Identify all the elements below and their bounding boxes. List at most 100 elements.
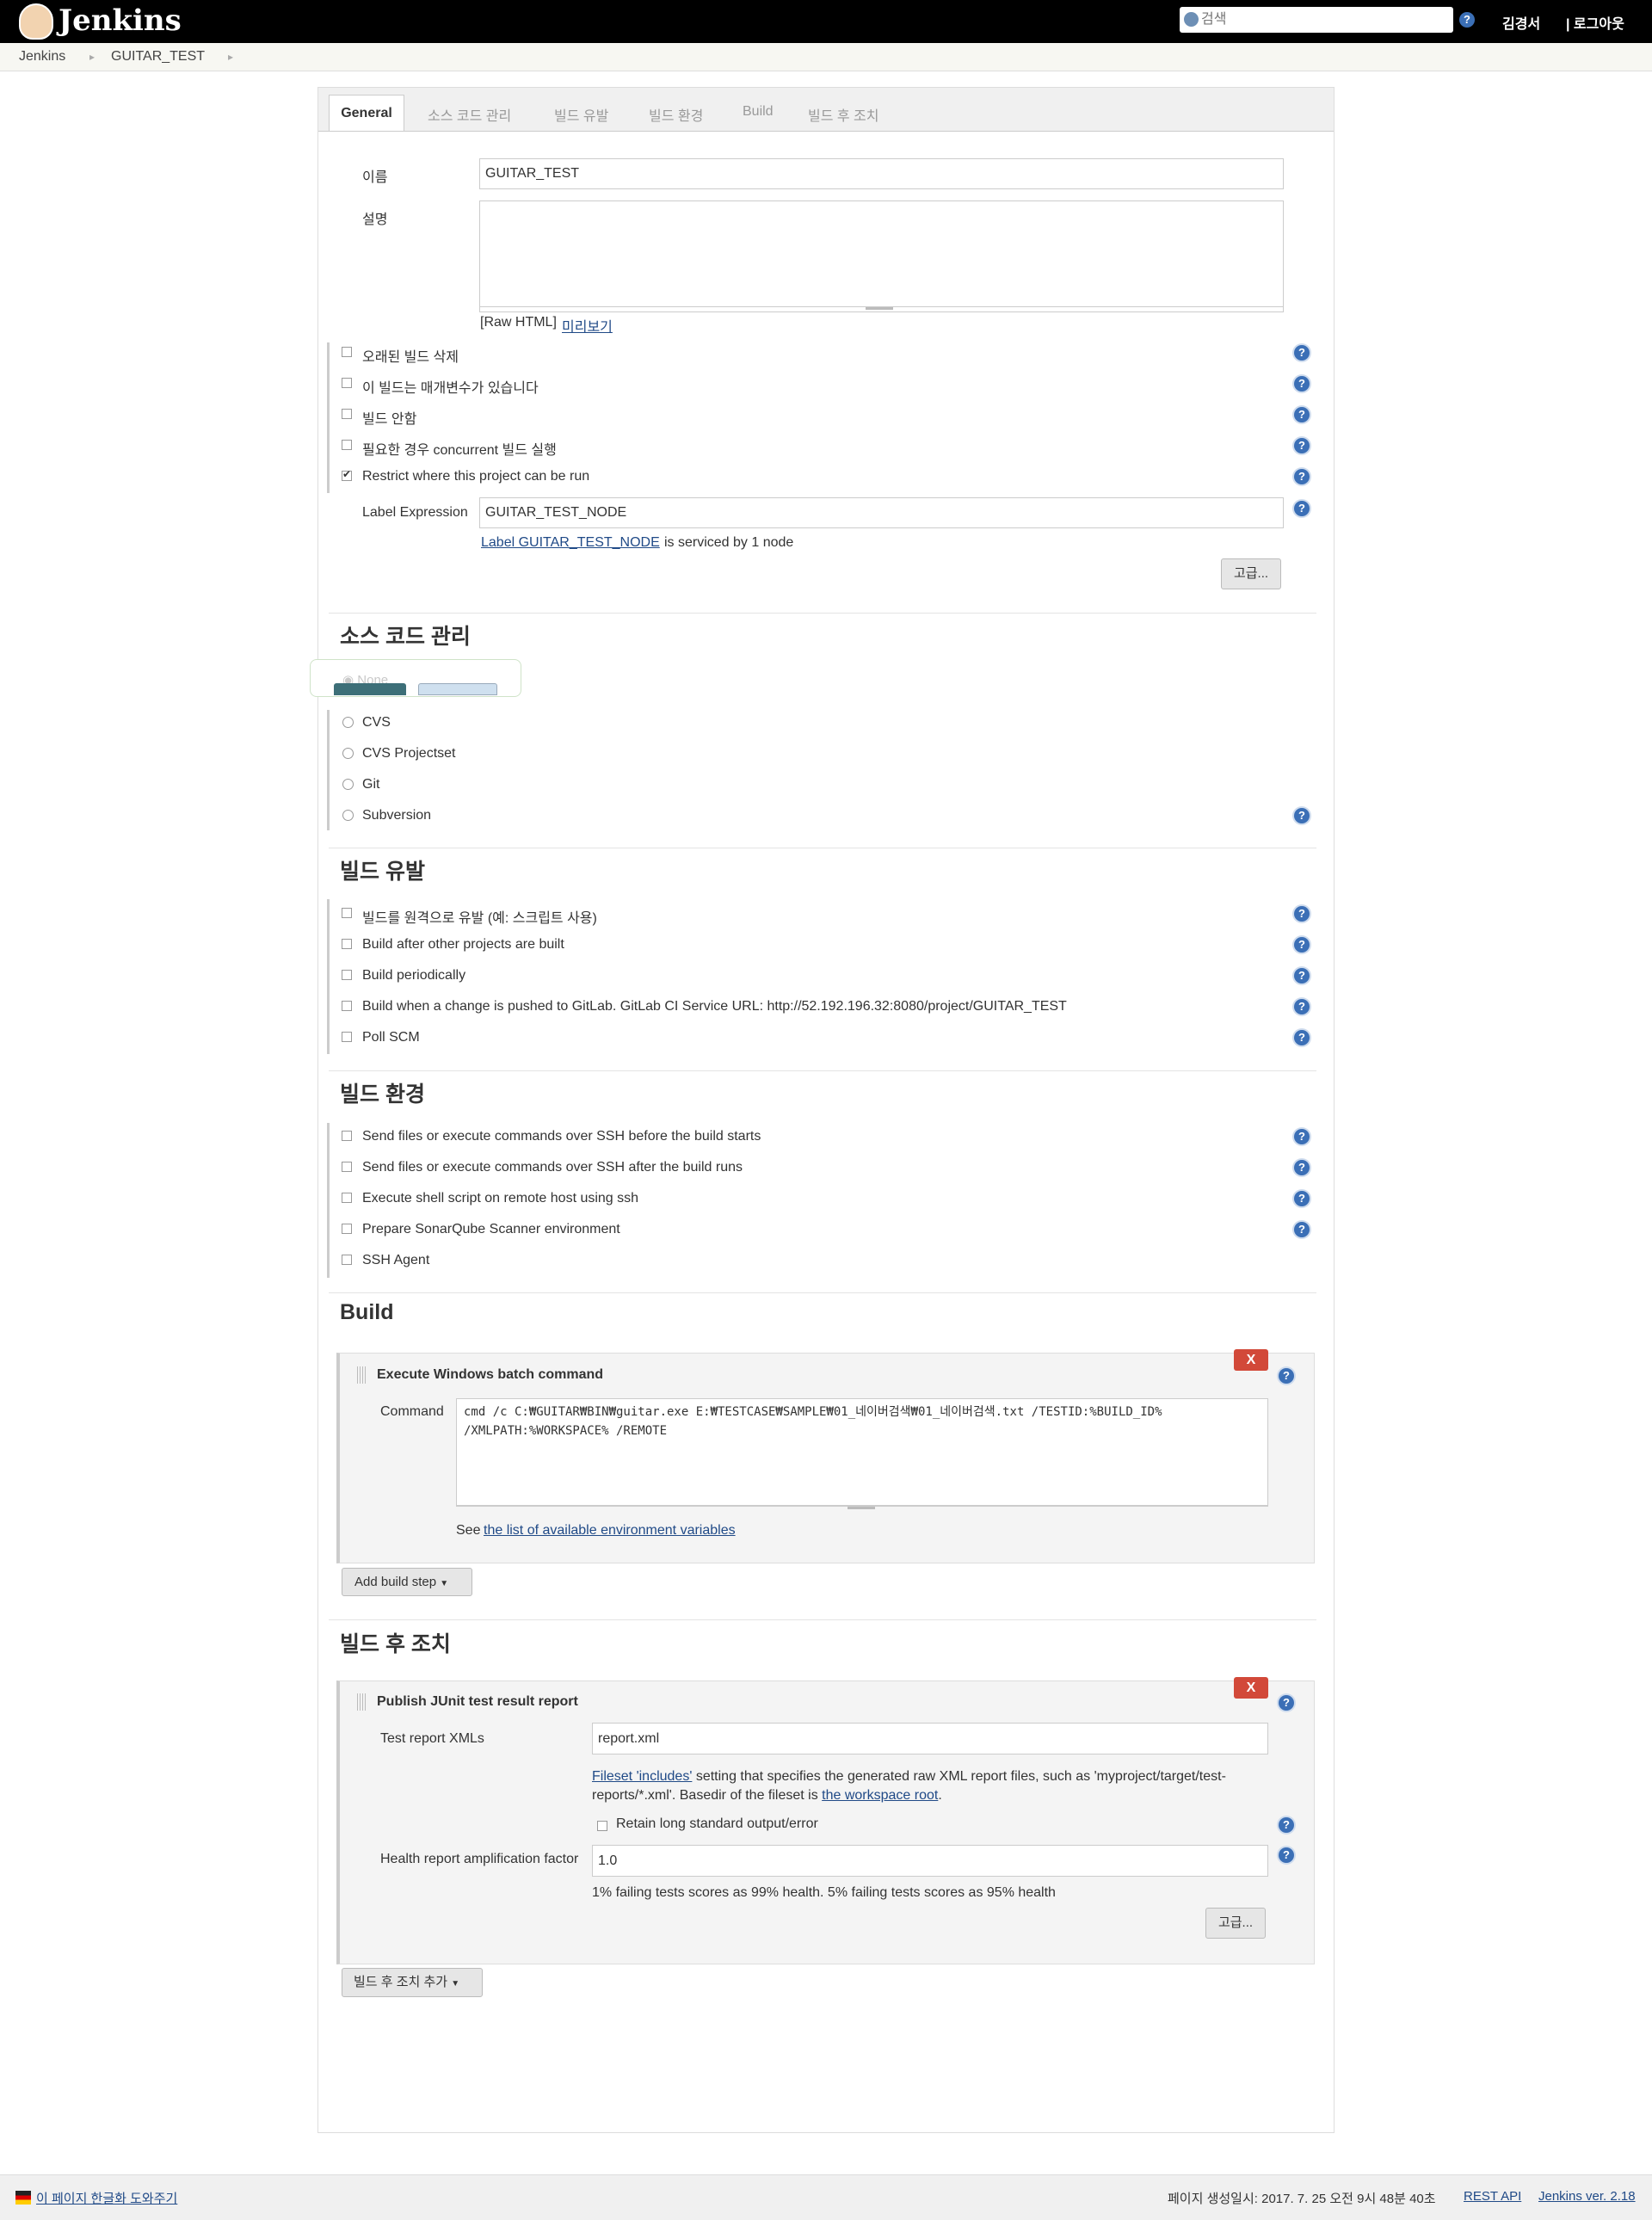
scm-radio[interactable] bbox=[342, 717, 354, 728]
jenkins-logo-icon[interactable] bbox=[19, 3, 53, 40]
help-icon[interactable]: ? bbox=[1294, 906, 1310, 922]
popup-button[interactable] bbox=[334, 683, 406, 695]
tab-build[interactable]: Build bbox=[743, 104, 774, 120]
retain-output-label: Retain long standard output/error bbox=[616, 1816, 818, 1831]
trigger-checkbox[interactable] bbox=[342, 939, 352, 949]
scm-radio[interactable] bbox=[342, 748, 354, 759]
triggers-section-title: 빌드 유발 bbox=[340, 860, 425, 884]
env-checkbox[interactable] bbox=[342, 1131, 352, 1141]
advanced-button[interactable]: 고급... bbox=[1221, 558, 1281, 589]
trigger-checkbox[interactable] bbox=[342, 1001, 352, 1011]
raw-html-label: [Raw HTML] bbox=[480, 315, 557, 330]
trigger-label: Poll SCM bbox=[362, 1030, 420, 1045]
env-checkbox[interactable] bbox=[342, 1193, 352, 1203]
preview-link[interactable]: 미리보기 bbox=[562, 315, 613, 336]
env-checkbox[interactable] bbox=[342, 1224, 352, 1234]
help-icon[interactable]: ? bbox=[1294, 438, 1310, 453]
tab-scm[interactable]: 소스 코드 관리 bbox=[428, 104, 511, 125]
help-icon[interactable]: ? bbox=[1294, 1222, 1310, 1237]
restrict-checkbox[interactable] bbox=[342, 468, 352, 481]
option-checkbox[interactable] bbox=[342, 378, 352, 388]
trigger-checkbox[interactable] bbox=[342, 908, 352, 918]
delete-step-button[interactable]: X bbox=[1234, 1349, 1268, 1371]
command-line: cmd /c C:₩GUITAR₩BIN₩guitar.exe E:₩TESTC… bbox=[464, 1405, 1162, 1419]
breadcrumb-job[interactable]: GUITAR_TEST bbox=[111, 49, 205, 65]
help-icon[interactable]: ? bbox=[1294, 469, 1310, 484]
breadcrumb-arrow-icon[interactable]: ▸ bbox=[89, 51, 95, 63]
post-advanced-button[interactable]: 고급... bbox=[1205, 1908, 1266, 1939]
trigger-checkbox[interactable] bbox=[342, 970, 352, 980]
delete-post-step-button[interactable]: X bbox=[1234, 1677, 1268, 1699]
help-icon[interactable]: ? bbox=[1294, 937, 1310, 953]
help-icon[interactable]: ? bbox=[1294, 501, 1310, 516]
scm-radio[interactable] bbox=[342, 779, 354, 790]
help-icon[interactable]: ? bbox=[1294, 1160, 1310, 1175]
env-section-title: 빌드 환경 bbox=[340, 1082, 425, 1107]
scm-option-label: Subversion bbox=[362, 808, 432, 823]
post-step-title: Publish JUnit test result report bbox=[377, 1694, 578, 1709]
fileset-link[interactable]: Fileset 'includes' bbox=[592, 1769, 692, 1784]
build-section-title: Build bbox=[340, 1300, 394, 1324]
user-name-link[interactable]: 김경서 bbox=[1502, 12, 1540, 33]
logout-link[interactable]: | 로그아웃 bbox=[1566, 12, 1624, 33]
env-checkbox[interactable] bbox=[342, 1255, 352, 1265]
description-textarea[interactable] bbox=[479, 200, 1284, 312]
option-checkbox[interactable] bbox=[342, 440, 352, 450]
label-expression-input[interactable] bbox=[479, 497, 1284, 528]
search-input[interactable] bbox=[1201, 9, 1446, 31]
help-icon[interactable]: ? bbox=[1294, 407, 1310, 422]
help-icon[interactable]: ? bbox=[1294, 376, 1310, 392]
command-textarea[interactable]: cmd /c C:₩GUITAR₩BIN₩guitar.exe E:₩TESTC… bbox=[456, 1398, 1268, 1507]
tab-triggers[interactable]: 빌드 유발 bbox=[554, 104, 608, 125]
help-icon[interactable]: ? bbox=[1279, 1695, 1294, 1711]
drag-handle-icon[interactable] bbox=[357, 1366, 367, 1384]
trigger-label: 빌드를 원격으로 유발 (예: 스크립트 사용) bbox=[362, 911, 597, 926]
help-icon[interactable]: ? bbox=[1294, 345, 1310, 361]
help-icon[interactable]: ? bbox=[1279, 1817, 1294, 1833]
breadcrumb-jenkins[interactable]: Jenkins bbox=[19, 49, 65, 65]
help-icon[interactable]: ? bbox=[1294, 999, 1310, 1014]
help-icon[interactable]: ? bbox=[1294, 1191, 1310, 1206]
jenkins-version-link[interactable]: Jenkins ver. 2.18 bbox=[1538, 2189, 1636, 2204]
env-bar bbox=[327, 1123, 330, 1278]
help-icon[interactable]: ? bbox=[1294, 1129, 1310, 1144]
option-checkbox[interactable] bbox=[342, 347, 352, 357]
env-checkbox[interactable] bbox=[342, 1162, 352, 1172]
label-node-link[interactable]: Label GUITAR_TEST_NODE bbox=[481, 535, 660, 551]
resize-handle-icon[interactable] bbox=[848, 1507, 875, 1509]
help-icon[interactable]: ? bbox=[1294, 968, 1310, 984]
scm-radio[interactable] bbox=[342, 810, 354, 821]
add-build-step-button[interactable]: Add build step ▼ bbox=[342, 1568, 472, 1596]
name-input[interactable] bbox=[479, 158, 1284, 189]
env-label: Send files or execute commands over SSH … bbox=[362, 1160, 743, 1175]
drag-handle-icon[interactable] bbox=[357, 1693, 367, 1711]
tab-build-env[interactable]: 빌드 환경 bbox=[649, 104, 703, 125]
translate-page-link[interactable]: 이 페이지 한글화 도와주기 bbox=[36, 2189, 177, 2207]
tab-general[interactable]: General bbox=[329, 95, 404, 131]
workspace-root-link[interactable]: the workspace root bbox=[822, 1788, 938, 1803]
trigger-checkbox[interactable] bbox=[342, 1032, 352, 1042]
add-post-build-action-button[interactable]: 빌드 후 조치 추가 ▼ bbox=[342, 1968, 483, 1997]
help-icon[interactable]: ? bbox=[1279, 1368, 1294, 1384]
resize-handle-icon[interactable] bbox=[866, 307, 893, 310]
breadcrumb-arrow-icon[interactable]: ▸ bbox=[228, 51, 233, 63]
scm-option-label: CVS Projectset bbox=[362, 746, 456, 761]
retain-output-checkbox[interactable] bbox=[597, 1821, 607, 1831]
rest-api-link[interactable]: REST API bbox=[1464, 2189, 1521, 2204]
help-icon[interactable]: ? bbox=[1279, 1847, 1294, 1863]
health-factor-input[interactable] bbox=[592, 1845, 1268, 1877]
label-expression-label: Label Expression bbox=[362, 505, 468, 520]
command-label: Command bbox=[380, 1404, 444, 1419]
popup-button[interactable] bbox=[418, 683, 497, 695]
period-text: . bbox=[938, 1788, 942, 1803]
search-icon bbox=[1184, 12, 1199, 27]
search-help-icon[interactable]: ? bbox=[1459, 12, 1475, 28]
help-icon[interactable]: ? bbox=[1294, 808, 1310, 823]
description-label: 설명 bbox=[362, 213, 388, 227]
app-title[interactable]: Jenkins bbox=[59, 2, 182, 40]
tab-post-build[interactable]: 빌드 후 조치 bbox=[808, 104, 879, 125]
help-icon[interactable]: ? bbox=[1294, 1030, 1310, 1045]
test-xml-input[interactable] bbox=[592, 1723, 1268, 1754]
option-checkbox[interactable] bbox=[342, 409, 352, 419]
env-variables-link[interactable]: the list of available environment variab… bbox=[484, 1523, 736, 1539]
